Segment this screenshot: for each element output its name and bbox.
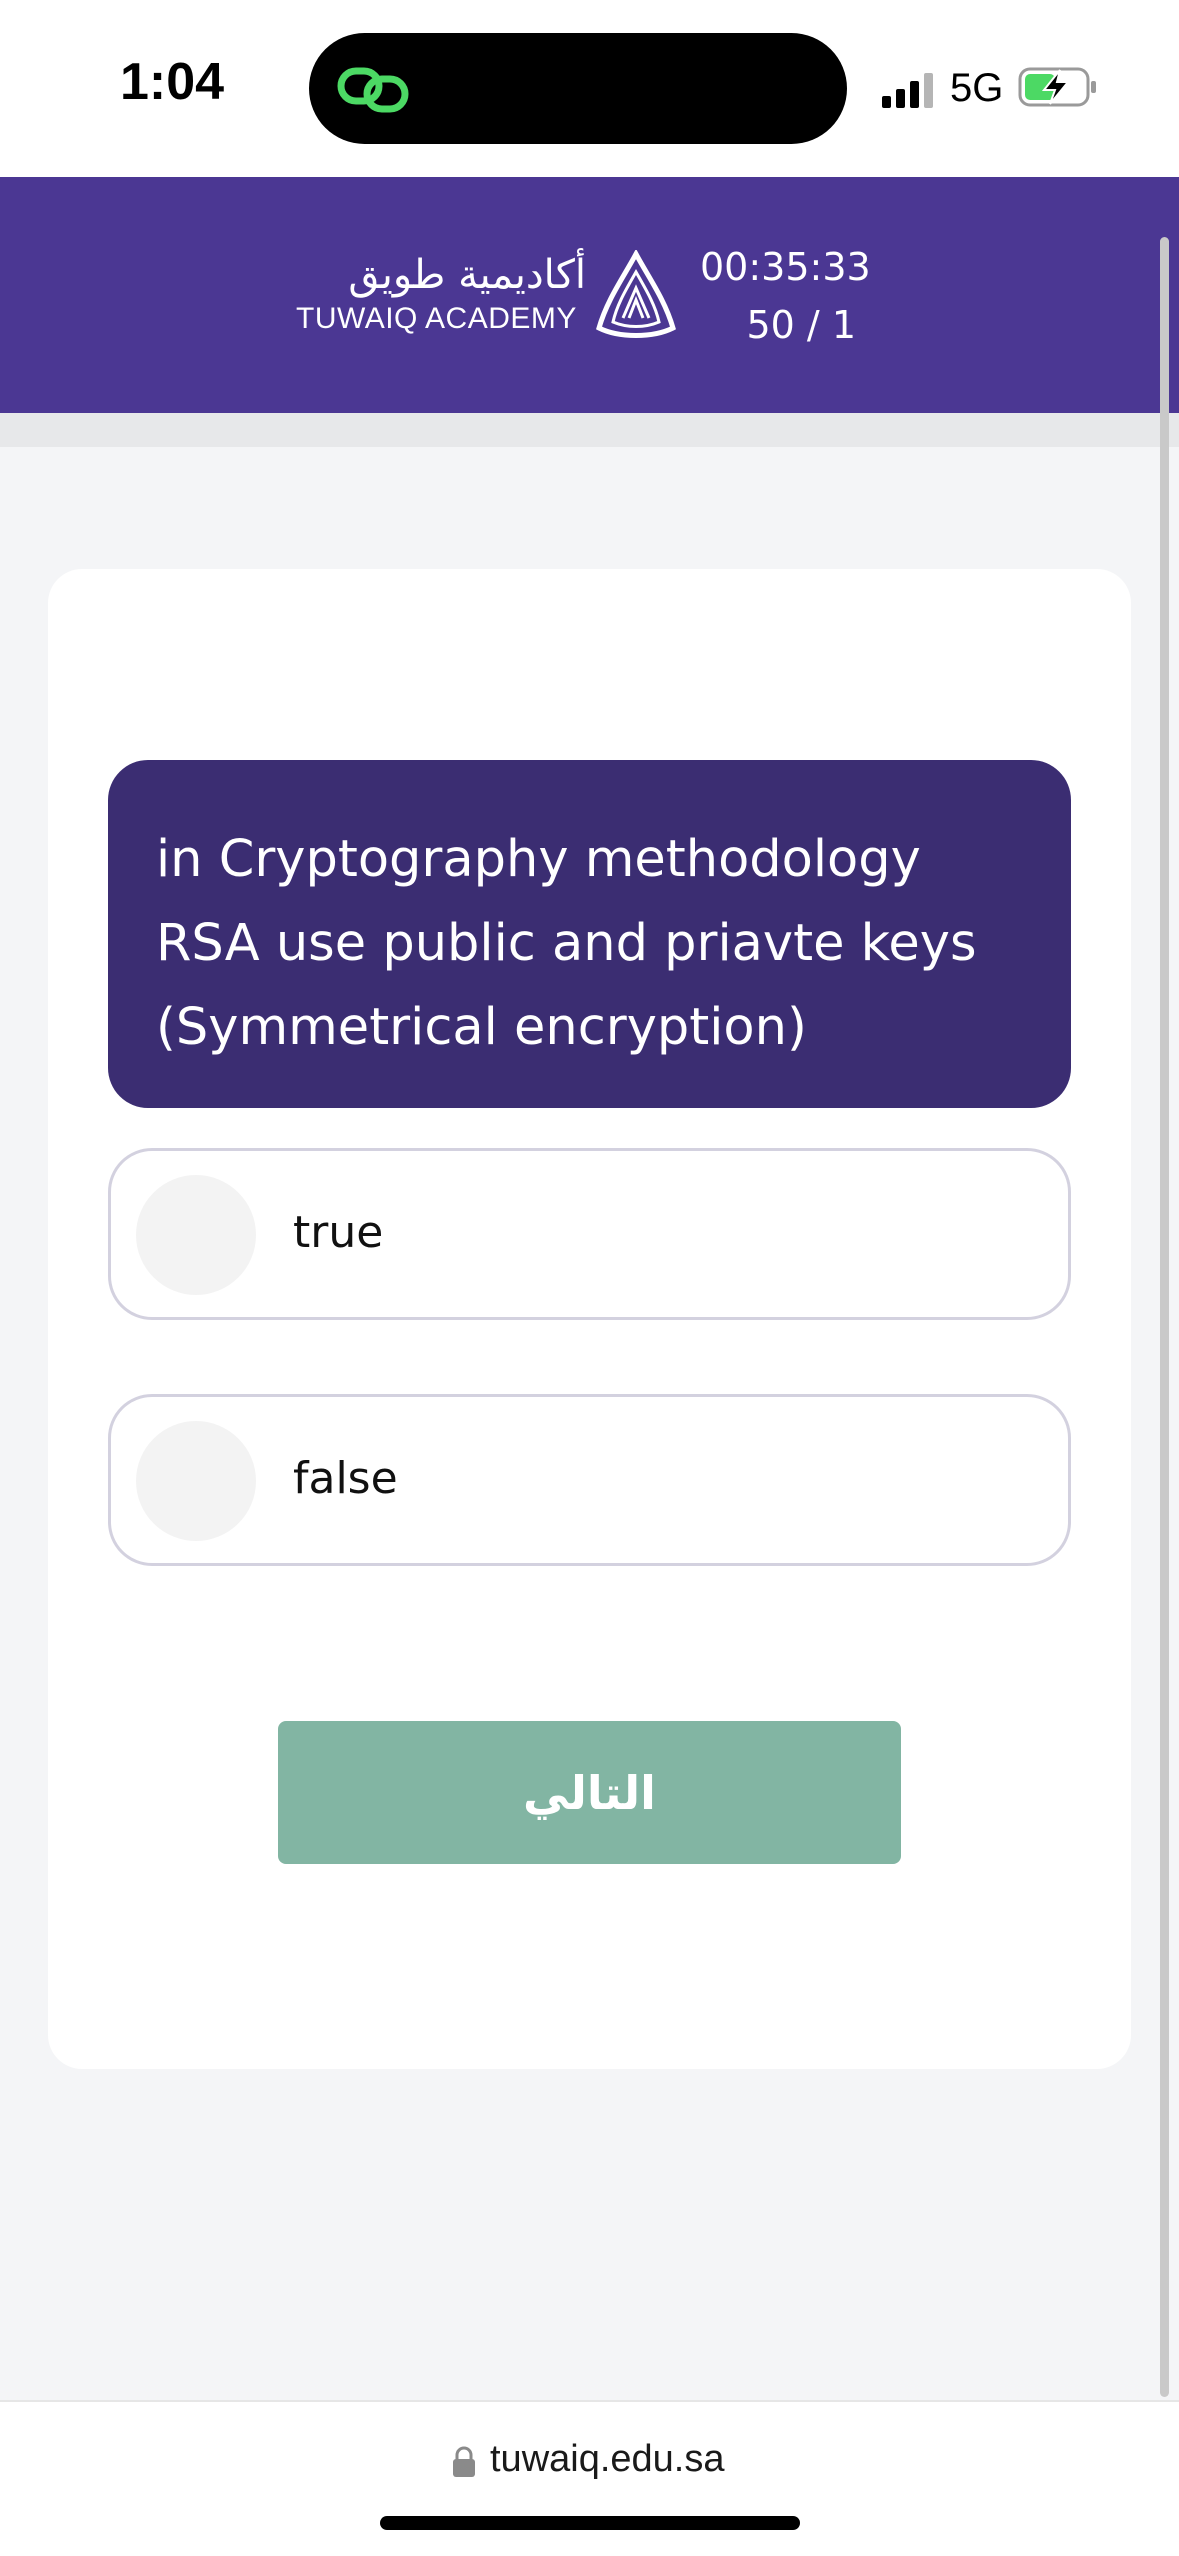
exam-timer: 00:35:33 (700, 245, 871, 289)
next-button[interactable]: التالي (278, 1721, 901, 1864)
app-header (0, 177, 1179, 413)
logo-english-text: TUWAIQ ACADEMY (296, 302, 577, 335)
question-text: in Cryptography methodology RSA use publ… (156, 830, 977, 1057)
signal-icon (882, 73, 933, 108)
question-counter: 50 / 1 (746, 303, 857, 347)
answer-option-false[interactable]: false (108, 1394, 1071, 1566)
answer-radio[interactable] (136, 1421, 256, 1541)
island-app-icon (337, 67, 409, 113)
lock-icon (453, 2446, 475, 2477)
home-indicator[interactable] (380, 2516, 800, 2530)
answer-radio[interactable] (136, 1175, 256, 1295)
answer-label: true (293, 1207, 384, 1258)
academy-logo-icon (596, 250, 676, 338)
screen: 1:04 5G أكاديمية طويق TUWAIQ ACADEMY 00:… (0, 0, 1179, 2556)
question-box: in Cryptography methodology RSA use publ… (108, 760, 1071, 1108)
scrollbar[interactable] (1160, 237, 1169, 2397)
answer-label: false (293, 1453, 398, 1504)
url-text[interactable]: tuwaiq.edu.sa (490, 2438, 725, 2481)
answer-option-true[interactable]: true (108, 1148, 1071, 1320)
battery-charging-icon (1018, 67, 1096, 107)
status-time: 1:04 (120, 53, 225, 111)
logo-arabic-text: أكاديمية طويق (348, 252, 586, 298)
network-label: 5G (950, 66, 1004, 110)
header-divider (0, 413, 1179, 447)
dynamic-island (309, 33, 847, 144)
